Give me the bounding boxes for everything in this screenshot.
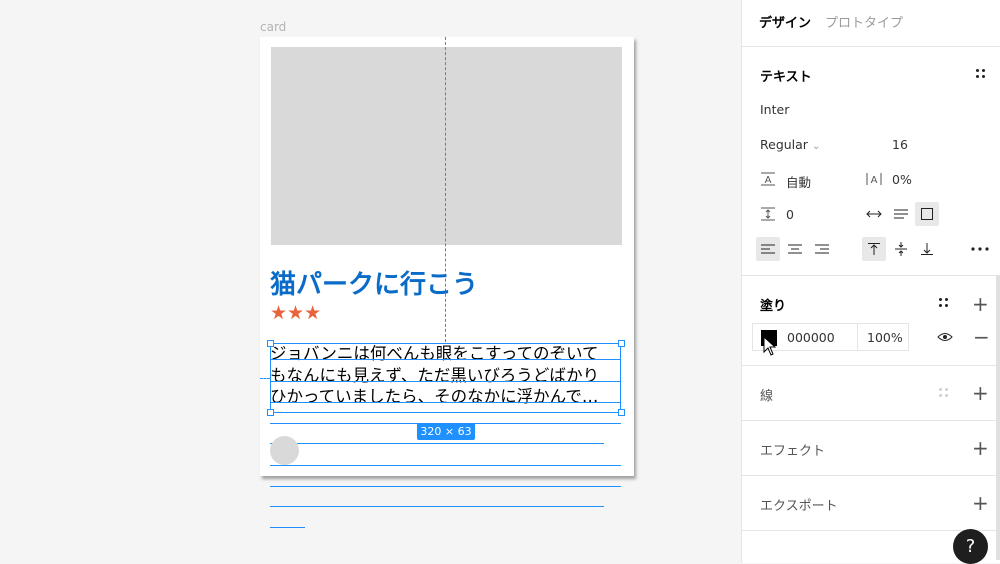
frame-label[interactable]: card [260,20,286,34]
text-styles-icon[interactable] [976,69,986,79]
fixed-size-icon[interactable] [915,202,939,226]
add-export-icon[interactable]: + [972,493,989,513]
fill-section: 塗り + 000000 100% − [742,276,1000,366]
more-options-icon[interactable] [968,237,992,261]
design-canvas[interactable]: card 猫パークに行こう ★★★ ジョバンニは何べんも眼をこすってのぞいて も… [0,0,741,563]
line-height-icon: A [756,167,780,191]
panel-scrollbar[interactable] [996,275,1000,560]
add-fill-icon[interactable]: + [972,294,989,314]
text-baseline-guide [270,402,621,403]
mouse-cursor-icon [763,335,777,360]
avatar-placeholder[interactable] [270,436,299,465]
opacity-input[interactable]: 100% [867,330,903,345]
align-center-icon[interactable] [783,237,807,261]
align-left-icon[interactable] [756,237,780,261]
stroke-section-title: 線 [760,389,774,404]
text-baseline-guide [270,359,621,360]
letter-spacing-input[interactable]: 0% [892,172,912,187]
properties-panel: デザイン プロトタイプ テキスト Inter Regular ⌄ 16 A 自動… [741,0,1000,563]
text-section-title: テキスト [760,70,812,85]
paragraph-spacing-icon [756,202,780,226]
card-title[interactable]: 猫パークに行こう [270,264,478,301]
tab-design[interactable]: デザイン [759,12,811,31]
auto-width-icon[interactable] [862,202,886,226]
eye-icon[interactable] [933,325,957,349]
font-family-dropdown[interactable]: Inter [760,102,789,117]
fill-styles-icon[interactable] [939,298,949,308]
font-weight-dropdown[interactable]: Regular ⌄ [760,137,820,152]
hover-outline-line [270,506,604,507]
fill-section-title: 塗り [760,299,787,314]
letter-spacing-icon: A [862,167,886,191]
hover-outline-line [270,443,604,444]
svg-text:A: A [765,175,772,186]
resize-handle-top-left[interactable] [267,340,274,347]
hover-outline-line [270,465,621,466]
add-effect-icon[interactable]: + [972,438,989,458]
chevron-down-icon: ⌄ [811,141,821,152]
size-badge: 320 × 63 [417,423,475,440]
align-top-icon[interactable] [862,237,886,261]
svg-text:A: A [871,175,878,186]
text-baseline-guide [270,381,621,382]
add-stroke-icon[interactable]: + [972,383,989,403]
panel-tabs: デザイン プロトタイプ [742,0,1000,47]
tab-prototype[interactable]: プロトタイプ [825,12,903,31]
effect-section: エフェクト + [742,421,1000,476]
paragraph-spacing-input[interactable]: 0 [786,207,794,222]
effect-section-title: エフェクト [760,444,826,459]
hex-input[interactable]: 000000 [787,330,835,345]
export-section: エクスポート + [742,476,1000,531]
resize-handle-bottom-right[interactable] [618,409,625,416]
auto-height-icon[interactable] [889,202,913,226]
export-section-title: エクスポート [760,499,838,514]
font-size-input[interactable]: 16 [892,137,908,152]
alignment-guide-horizontal [260,378,270,379]
remove-fill-icon[interactable]: − [973,327,990,347]
text-section: テキスト Inter Regular ⌄ 16 A 自動 A 0% 0 [742,47,1000,276]
help-button[interactable]: ? [953,529,988,564]
hover-outline-line [270,486,621,487]
align-middle-icon[interactable] [889,237,913,261]
align-right-icon[interactable] [810,237,834,261]
divider [857,324,858,350]
align-bottom-icon[interactable] [915,237,939,261]
resize-handle-top-right[interactable] [618,340,625,347]
stroke-styles-icon[interactable] [939,388,949,398]
star-rating[interactable]: ★★★ [270,302,321,324]
resize-handle-bottom-left[interactable] [267,409,274,416]
hover-outline-line [270,423,621,424]
image-placeholder[interactable] [271,47,622,245]
line-height-input[interactable]: 自動 [786,172,811,191]
stroke-section: 線 + [742,366,1000,421]
font-weight-value: Regular [760,137,808,152]
hover-outline-line [270,527,305,528]
